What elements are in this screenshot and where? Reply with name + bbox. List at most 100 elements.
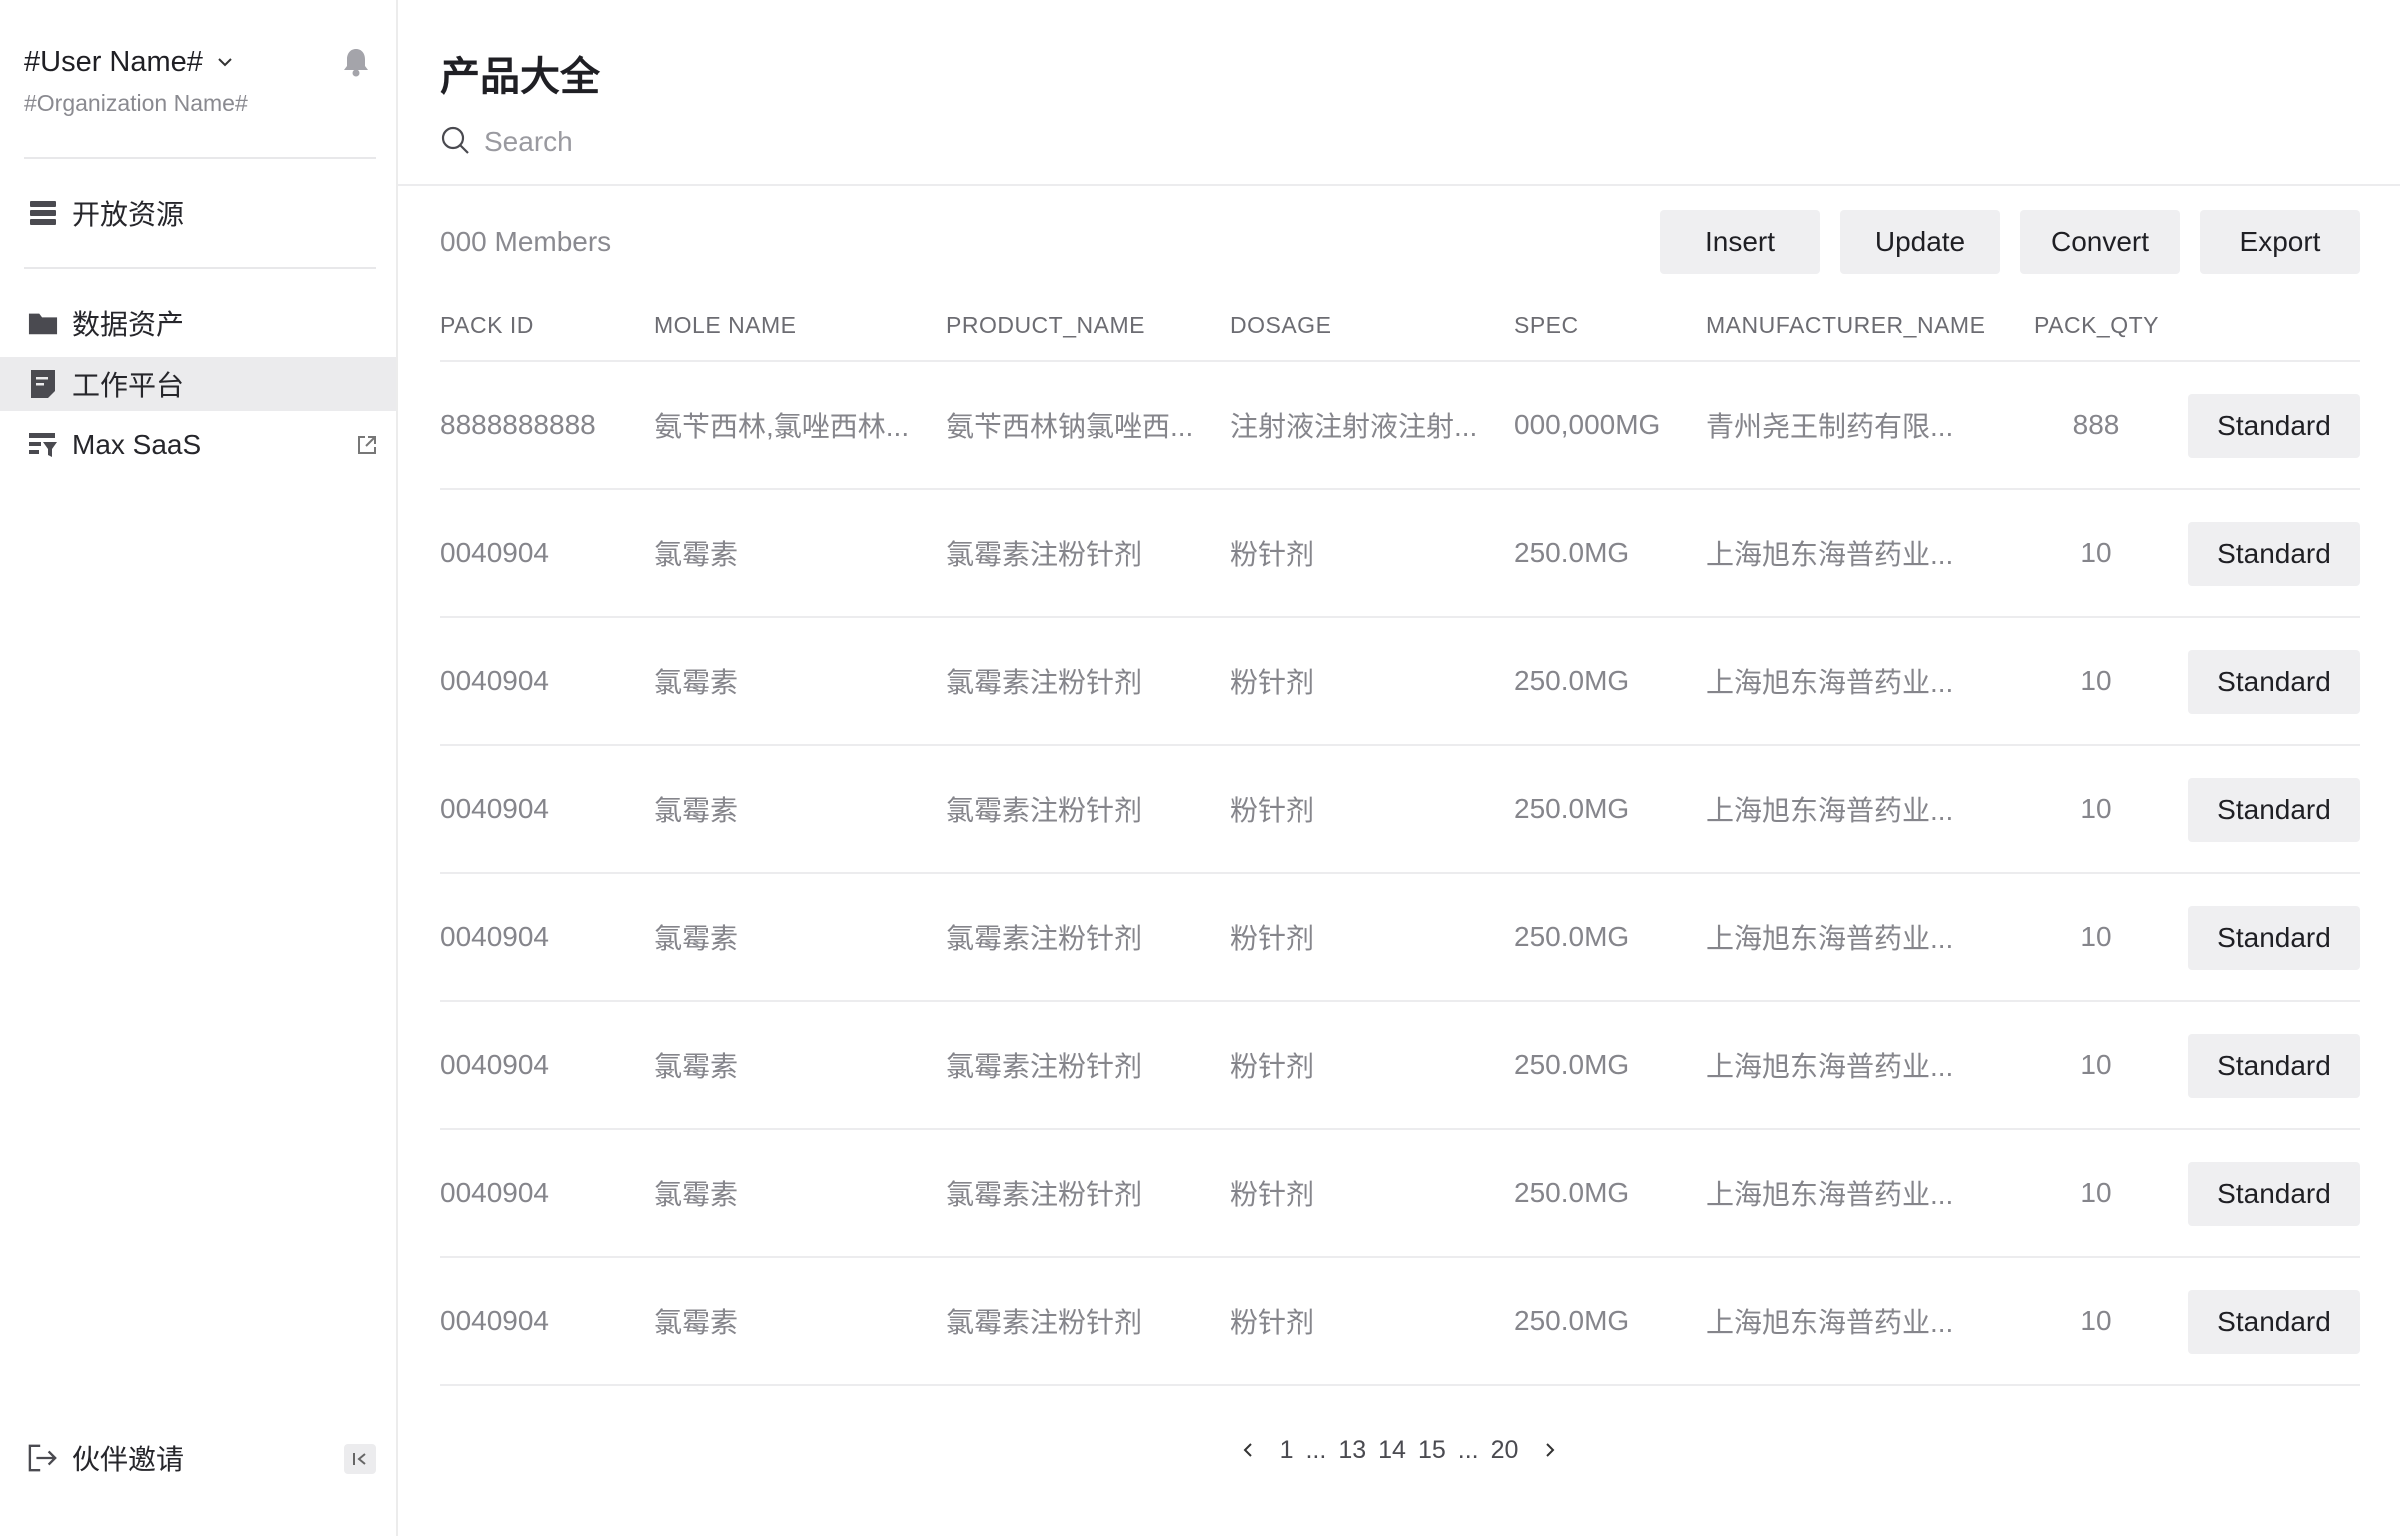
update-button[interactable]: Update xyxy=(1840,210,2000,274)
user-block: #User Name# #Organization Name# xyxy=(24,44,374,117)
page-link[interactable]: 1 xyxy=(1280,1436,1294,1465)
manufacturer-cell: 上海旭东海普药业... xyxy=(1706,1051,1954,1082)
standard-button[interactable]: Standard xyxy=(2188,1034,2360,1098)
dosage-cell: 粉针剂 xyxy=(1230,795,1315,826)
search-input[interactable] xyxy=(484,126,1084,158)
mole-name-cell: 氨苄西林,氯唑西林... xyxy=(654,411,910,442)
spec-cell: 250.0MG xyxy=(1514,537,1630,568)
table-row[interactable]: 0040904 氯霉素 氯霉素注粉针剂 粉针剂 250.0MG 上海旭东海普药业... 10… xyxy=(440,874,2360,1002)
convert-button[interactable]: Convert xyxy=(2020,210,2180,274)
product-name-cell: 氯霉素注粉针剂 xyxy=(946,923,1143,954)
spec-cell: 250.0MG xyxy=(1514,921,1630,952)
table-row[interactable]: 0040904 氯霉素 氯霉素注粉针剂 粉针剂 250.0MG 上海旭东海普药业... 10… xyxy=(440,1258,2360,1386)
spec-cell: 250.0MG xyxy=(1514,1049,1630,1080)
invite-label: 伙伴邀请 xyxy=(72,1444,185,1475)
column-header[interactable]: SPEC xyxy=(1514,312,1706,339)
user-menu[interactable]: #User Name# xyxy=(24,44,374,80)
page-link[interactable]: 13 xyxy=(1338,1436,1366,1465)
header-divider xyxy=(398,184,2400,186)
bell-icon[interactable] xyxy=(338,44,374,80)
spec-cell: 250.0MG xyxy=(1514,1305,1630,1336)
filter-list-icon xyxy=(28,430,58,460)
sidebar-divider xyxy=(24,157,376,159)
product-name-cell: 氯霉素注粉针剂 xyxy=(946,1051,1143,1082)
table-row[interactable]: 0040904 氯霉素 氯霉素注粉针剂 粉针剂 250.0MG 上海旭东海普药业... 10… xyxy=(440,1002,2360,1130)
partner-invite-button[interactable]: 伙伴邀请 xyxy=(28,1438,184,1478)
mole-name-cell: 氯霉素 xyxy=(654,667,739,698)
insert-button[interactable]: Insert xyxy=(1660,210,1820,274)
table-row[interactable]: 0040904 氯霉素 氯霉素注粉针剂 粉针剂 250.0MG 上海旭东海普药业... 10… xyxy=(440,618,2360,746)
sidebar-item-data-assets[interactable]: 数据资产 xyxy=(0,296,396,350)
external-link-icon[interactable] xyxy=(356,434,378,456)
pack-qty-cell: 10 xyxy=(2080,665,2112,696)
main-content: 产品大全 000 Members Insert Update Convert E… xyxy=(398,0,2400,1536)
list-icon xyxy=(28,198,58,228)
product-name-cell: 氯霉素注粉针剂 xyxy=(946,1307,1143,1338)
sidebar-item-label: 数据资产 xyxy=(72,309,185,340)
pack-id-cell: 0040904 xyxy=(440,793,550,824)
table-row[interactable]: 0040904 氯霉素 氯霉素注粉针剂 粉针剂 250.0MG 上海旭东海普药业... 10… xyxy=(440,1130,2360,1258)
column-header[interactable]: MANUFACTURER_NAME xyxy=(1706,312,2034,339)
export-button[interactable]: Export xyxy=(2200,210,2360,274)
column-header[interactable]: PACK_QTY xyxy=(2034,312,2159,339)
mole-name-cell: 氯霉素 xyxy=(654,539,739,570)
column-header[interactable]: MOLE NAME xyxy=(654,312,946,339)
page-ellipsis: ... xyxy=(1457,1435,1479,1464)
page-title: 产品大全 xyxy=(440,55,600,99)
standard-button[interactable]: Standard xyxy=(2188,906,2360,970)
logout-icon xyxy=(28,1443,58,1473)
dosage-cell: 注射液注射液注射... xyxy=(1230,411,1478,442)
column-header[interactable]: DOSAGE xyxy=(1230,312,1514,339)
table-row[interactable]: 8888888888 氨苄西林,氯唑西林... 氨苄西林钠氯唑西... 注射液注射液注… xyxy=(440,362,2360,490)
spec-cell: 250.0MG xyxy=(1514,793,1630,824)
standard-button[interactable]: Standard xyxy=(2188,1162,2360,1226)
standard-button[interactable]: Standard xyxy=(2188,522,2360,586)
standard-button[interactable]: Standard xyxy=(2188,394,2360,458)
search-bar xyxy=(440,124,1084,160)
product-name-cell: 氯霉素注粉针剂 xyxy=(946,667,1143,698)
search-icon xyxy=(440,125,470,160)
table-row[interactable]: 0040904 氯霉素 氯霉素注粉针剂 粉针剂 250.0MG 上海旭东海普药业... 10… xyxy=(440,746,2360,874)
table-header: PACK ID MOLE NAME PRODUCT_NAME DOSAGE SP… xyxy=(440,290,2360,362)
spec-cell: 000,000MG xyxy=(1514,409,1661,440)
organization-name: #Organization Name# xyxy=(24,90,248,116)
standard-button[interactable]: Standard xyxy=(2188,650,2360,714)
mole-name-cell: 氯霉素 xyxy=(654,923,739,954)
sidebar-item-workbench[interactable]: 工作平台 xyxy=(0,357,396,411)
pagination: 1 ... 13 14 15 ... 20 xyxy=(398,1430,2400,1470)
pack-qty-cell: 10 xyxy=(2080,1049,2112,1080)
page-link[interactable]: 15 xyxy=(1418,1436,1446,1465)
folder-icon xyxy=(28,308,58,338)
app-window: #User Name# #Organization Name# 开放资源 数据资… xyxy=(0,0,2400,1536)
page-link[interactable]: 14 xyxy=(1378,1436,1406,1465)
pack-qty-cell: 10 xyxy=(2080,793,2112,824)
chevron-left-icon[interactable] xyxy=(1236,1438,1260,1462)
manufacturer-cell: 上海旭东海普药业... xyxy=(1706,1179,1954,1210)
pack-id-cell: 0040904 xyxy=(440,1049,550,1080)
table-row[interactable]: 0040904 氯霉素 氯霉素注粉针剂 粉针剂 250.0MG 上海旭东海普药业... 10… xyxy=(440,490,2360,618)
pack-id-cell: 0040904 xyxy=(440,1177,550,1208)
pack-id-cell: 0040904 xyxy=(440,1305,550,1336)
page-link[interactable]: 20 xyxy=(1491,1436,1519,1465)
pack-id-cell: 0040904 xyxy=(440,921,550,952)
mole-name-cell: 氯霉素 xyxy=(654,795,739,826)
manufacturer-cell: 青州尧王制药有限... xyxy=(1706,411,1954,442)
dosage-cell: 粉针剂 xyxy=(1230,1051,1315,1082)
collapse-sidebar-icon[interactable] xyxy=(344,1444,376,1474)
manufacturer-cell: 上海旭东海普药业... xyxy=(1706,539,1954,570)
sidebar: #User Name# #Organization Name# 开放资源 数据资… xyxy=(0,0,398,1536)
dosage-cell: 粉针剂 xyxy=(1230,539,1315,570)
pack-id-cell: 8888888888 xyxy=(440,409,596,440)
page-ellipsis: ... xyxy=(1305,1435,1327,1464)
sidebar-item-open-resources[interactable]: 开放资源 xyxy=(0,186,396,240)
sidebar-item-max-saas[interactable]: Max SaaS xyxy=(0,418,396,472)
column-header[interactable]: PRODUCT_NAME xyxy=(946,312,1230,339)
spec-cell: 250.0MG xyxy=(1514,665,1630,696)
standard-button[interactable]: Standard xyxy=(2188,1290,2360,1354)
chevron-right-icon[interactable] xyxy=(1538,1438,1562,1462)
product-name-cell: 氯霉素注粉针剂 xyxy=(946,795,1143,826)
chevron-down-icon xyxy=(215,52,235,72)
standard-button[interactable]: Standard xyxy=(2188,778,2360,842)
user-name: #User Name# xyxy=(24,45,203,78)
column-header[interactable]: PACK ID xyxy=(440,312,654,339)
